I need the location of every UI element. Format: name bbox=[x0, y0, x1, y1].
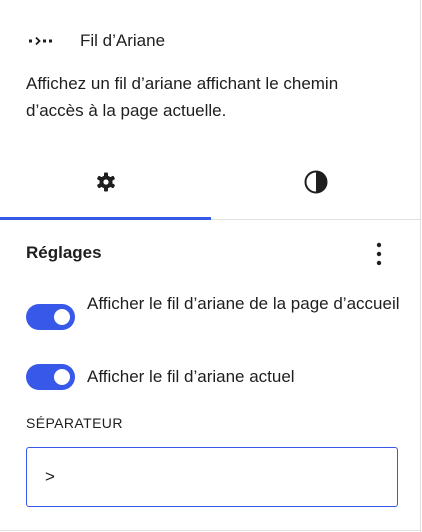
block-card: Fil d’Ariane bbox=[28, 28, 165, 54]
breadcrumbs-icon bbox=[28, 29, 52, 53]
toggle-knob bbox=[54, 369, 70, 385]
block-inspector-panel: Fil d’Ariane Affichez un fil d’ariane af… bbox=[0, 0, 421, 532]
home-breadcrumb-toggle[interactable] bbox=[26, 304, 75, 330]
tab-styles[interactable] bbox=[211, 150, 421, 219]
tab-settings[interactable] bbox=[0, 150, 211, 219]
settings-section-title: Réglages bbox=[26, 243, 102, 262]
half-circle-contrast-icon bbox=[303, 169, 329, 200]
active-tab-indicator bbox=[0, 217, 211, 220]
separator-label: SÉPARATEUR bbox=[26, 415, 123, 431]
vertical-ellipsis-icon bbox=[376, 242, 382, 271]
toggle-row-home-breadcrumb: Afficher le fil d’ariane de la page d’ac… bbox=[26, 292, 407, 330]
current-breadcrumb-toggle[interactable] bbox=[26, 364, 75, 390]
divider bbox=[0, 530, 421, 531]
toggle-knob bbox=[54, 309, 70, 325]
gear-icon bbox=[94, 170, 118, 199]
more-options-button[interactable] bbox=[366, 242, 392, 270]
toggle-row-current-breadcrumb: Afficher le fil d’ariane actuel bbox=[26, 364, 407, 390]
separator-input[interactable] bbox=[26, 447, 398, 507]
block-description: Affichez un fil d’ariane affichant le ch… bbox=[26, 74, 339, 120]
inspector-tabs bbox=[0, 150, 421, 220]
current-breadcrumb-label[interactable]: Afficher le fil d’ariane actuel bbox=[87, 365, 407, 389]
home-breadcrumb-label[interactable]: Afficher le fil d’ariane de la page d’ac… bbox=[87, 292, 407, 316]
block-title: Fil d’Ariane bbox=[80, 31, 166, 50]
